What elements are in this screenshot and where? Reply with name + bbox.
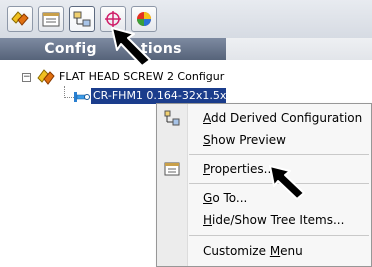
propertymanager-icon xyxy=(42,12,60,27)
featuremanager-tab[interactable] xyxy=(7,6,33,32)
header-title-left: Config xyxy=(44,41,97,57)
manager-tab-bar xyxy=(0,0,372,39)
propertymanager-tab[interactable] xyxy=(38,6,64,32)
menu-item-label: Hide/Show Tree Items... xyxy=(203,213,345,227)
menu-separator xyxy=(189,154,369,155)
configurationmanager-tab[interactable] xyxy=(69,6,95,32)
menu-item-show-preview[interactable]: Show Preview xyxy=(157,129,371,151)
featuremanager-icon xyxy=(11,11,29,26)
configuration-icon xyxy=(74,92,90,102)
add-derived-configuration-icon xyxy=(164,110,180,126)
menu-item-properties[interactable]: Properties... xyxy=(157,158,371,180)
configurationmanager-panel: Config tions − FLAT HEAD SCREW 2 Configur… xyxy=(0,0,372,267)
menu-item-hide-show-tree-items[interactable]: Hide/Show Tree Items... xyxy=(157,209,371,231)
tree-root-label[interactable]: FLAT HEAD SCREW 2 Configur xyxy=(59,70,229,83)
annotation-arrow-icon xyxy=(269,165,305,200)
tree-selected-configuration[interactable]: CR-FHM1 0.164-32x1.5x1 xyxy=(91,88,226,104)
part-configurations-icon xyxy=(37,69,55,85)
menu-item-go-to[interactable]: Go To... xyxy=(157,187,371,209)
properties-icon xyxy=(164,162,180,176)
menu-item-add-derived-configuration[interactable]: Add Derived Configuration xyxy=(157,107,371,129)
menu-separator xyxy=(189,235,369,236)
configurationmanager-icon xyxy=(73,11,91,27)
context-menu: Add Derived Configuration Show Preview P… xyxy=(156,103,372,267)
menu-item-label: Properties... xyxy=(203,162,276,176)
tree-collapse-toggle[interactable]: − xyxy=(22,73,31,82)
menu-item-label: Show Preview xyxy=(203,133,286,147)
menu-item-label: Add Derived Configuration xyxy=(203,111,363,125)
menu-item-label: Go To... xyxy=(203,191,248,205)
menu-item-label: Customize Menu xyxy=(203,244,303,258)
menu-item-customize-menu[interactable]: Customize Menu xyxy=(157,240,371,262)
header-background xyxy=(226,38,372,60)
annotation-arrow-icon xyxy=(111,27,151,67)
